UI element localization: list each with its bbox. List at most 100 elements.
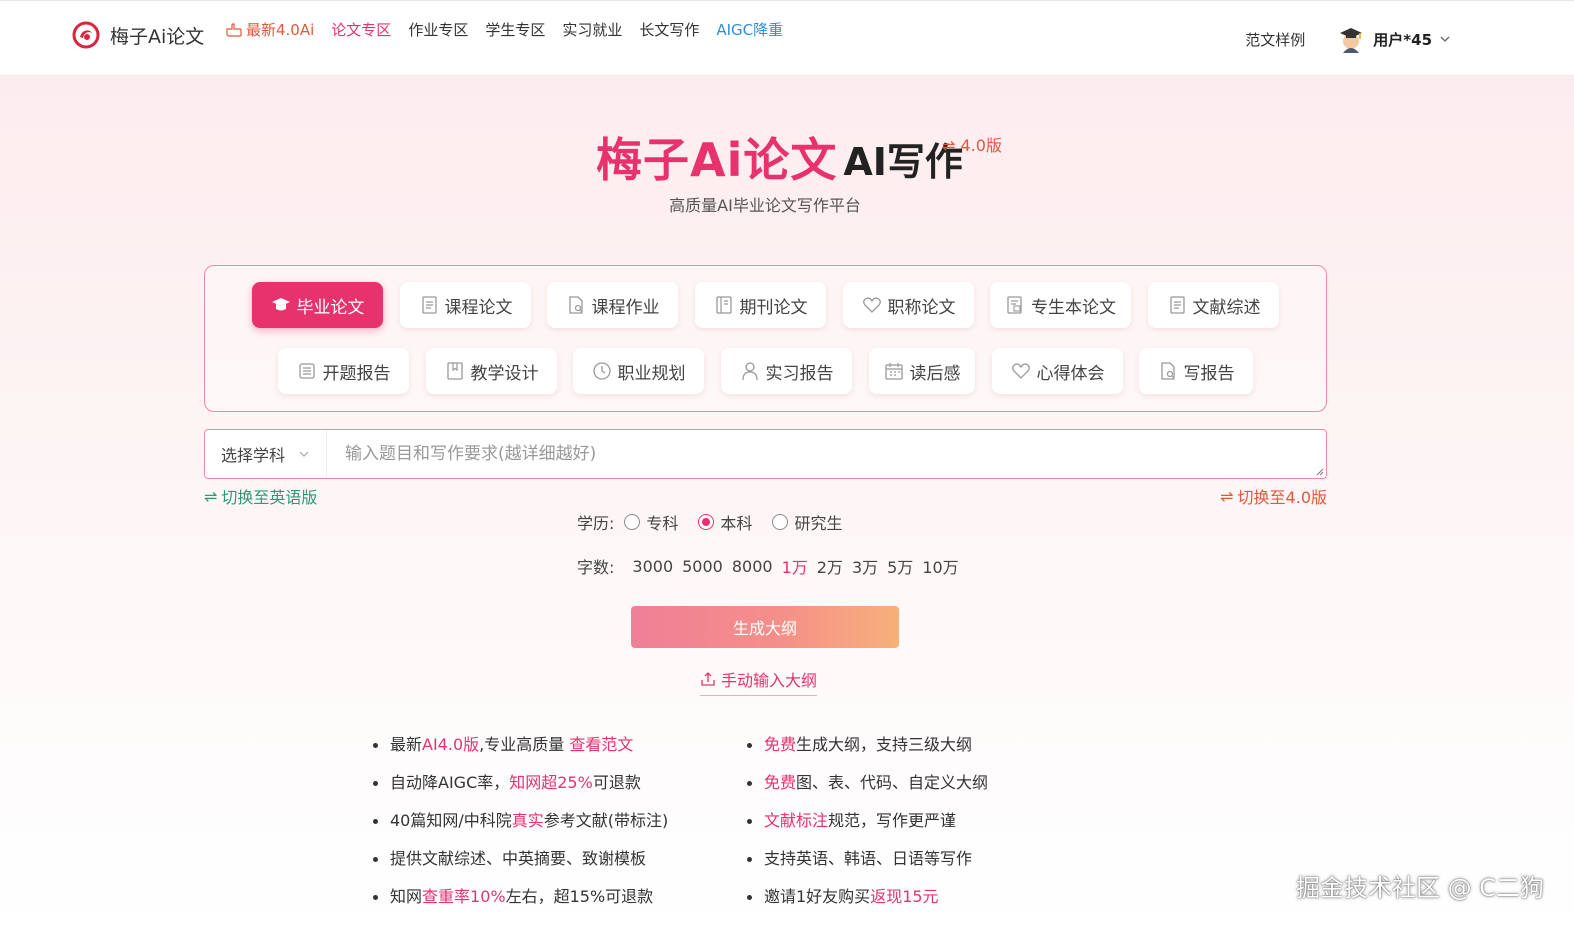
feature-item: 最新AI4.0版,专业高质量 查看范文 (372, 733, 668, 771)
edu-option-graduate[interactable]: 研究生 (772, 510, 842, 534)
feature-text: 图、表、代码、自定义大纲 (796, 773, 989, 792)
radio-circle[interactable] (624, 514, 641, 530)
nav-internship-jobs[interactable]: 实习就业 (562, 19, 622, 40)
feature-text: 左右，超15%可退款 (505, 887, 654, 906)
nav-aigc-reduce[interactable]: AIGC降重 (716, 19, 783, 40)
feature-item: 自动降AIGC率，知网超25%可退款 (372, 771, 668, 809)
resize-grip-icon[interactable] (1314, 466, 1324, 476)
category-literature-review[interactable]: 文献综述 (1148, 282, 1279, 328)
topic-input[interactable] (327, 430, 1326, 478)
category-reading-reflection[interactable]: 读后感 (869, 348, 975, 394)
radio-circle-checked[interactable] (698, 514, 715, 530)
swap-arrows-icon: ⇌ (204, 486, 218, 506)
chevron-down-icon (299, 451, 309, 457)
feature-text: 邀请1好友购买 (764, 887, 871, 906)
category-course-homework[interactable]: 课程作业 (547, 282, 678, 328)
feature-text: 提供文献综述、中英摘要、致谢模板 (390, 849, 647, 868)
user-name: 用户*45 (1373, 30, 1432, 49)
feature-text: ,专业高质量 (479, 735, 570, 754)
nav-homework-zone[interactable]: 作业专区 (408, 19, 468, 40)
switch-to-english-link[interactable]: ⇌ 切换至英语版 (204, 484, 317, 508)
category-career-planning[interactable]: 职业规划 (573, 348, 704, 394)
word-option[interactable]: 5000 (682, 557, 723, 576)
category-professional-title-paper[interactable]: 职称论文 (843, 282, 974, 328)
feature-highlight: 返现15元 (870, 887, 939, 906)
word-option[interactable]: 3万 (852, 554, 878, 578)
feature-text: 最新 (390, 735, 423, 754)
category-associate-to-bachelor-paper[interactable]: 专生本论文 (990, 282, 1131, 328)
topic-input-row: 选择学科 (204, 429, 1327, 479)
pointing-hand-icon (226, 22, 242, 37)
category-journal-paper[interactable]: 期刊论文 (695, 282, 826, 328)
category-internship-report[interactable]: 实习报告 (721, 348, 852, 394)
heart-icon (1011, 363, 1030, 379)
edu-option-bachelor[interactable]: 本科 (698, 510, 752, 534)
feature-text: 支持英语、韩语、日语等写作 (764, 849, 973, 868)
feature-text: 40篇知网/中科院 (390, 811, 512, 830)
word-option[interactable]: 5万 (887, 554, 913, 578)
word-option[interactable]: 2万 (817, 554, 843, 578)
generate-outline-button[interactable]: 生成大纲 (631, 606, 899, 648)
feature-text: 自动降AIGC率， (390, 773, 510, 792)
person-icon (741, 362, 758, 381)
education-level-row: 学历: 专科 本科 研究生 (577, 510, 862, 534)
feature-highlight: 免费 (764, 735, 797, 754)
word-option[interactable]: 8000 (732, 557, 773, 576)
category-graduation-thesis[interactable]: 毕业论文 (252, 282, 383, 328)
document-icon (421, 296, 437, 314)
feature-item: 免费生成大纲，支持三级大纲 (746, 733, 988, 771)
version-tag[interactable]: ⇌ 4.0版 (942, 132, 1002, 156)
feature-text: 知网 (390, 887, 423, 906)
feature-item: 邀请1好友购买返现15元 (746, 885, 988, 923)
brand-logo[interactable]: 梅子Ai论文 (72, 21, 204, 49)
nav-latest-4-0[interactable]: 最新4.0Ai (226, 19, 314, 40)
feature-item: 知网查重率10%左右，超15%可退款 (372, 885, 668, 923)
category-teaching-design[interactable]: 教学设计 (426, 348, 557, 394)
feature-highlight: 真实 (511, 811, 544, 830)
category-write-report[interactable]: 写报告 (1139, 348, 1253, 394)
category-proposal-report[interactable]: 开题报告 (278, 348, 409, 394)
nav-long-writing[interactable]: 长文写作 (639, 19, 699, 40)
user-menu[interactable]: 用户*45 (1337, 25, 1450, 53)
feature-text: 生成大纲，支持三级大纲 (796, 735, 973, 754)
switch-to-v4-link[interactable]: ⇌ 切换至4.0版 (1220, 484, 1327, 508)
feature-highlight: 知网超25% (509, 773, 593, 792)
upload-icon (701, 672, 715, 686)
examples-link[interactable]: 范文样例 (1245, 29, 1305, 50)
category-panel: 毕业论文 课程论文 课程作业 期刊论文 职称论文 专生本论文 文献综述 开题报告… (204, 265, 1327, 412)
feature-highlight: AI4.0版 (422, 735, 480, 754)
nav-student-zone[interactable]: 学生专区 (485, 19, 545, 40)
category-course-paper[interactable]: 课程论文 (400, 282, 531, 328)
feature-item: 提供文献综述、中英摘要、致谢模板 (372, 847, 668, 885)
word-option[interactable]: 10万 (922, 554, 958, 578)
feature-highlight: 免费 (764, 773, 797, 792)
feature-text: 规范，写作更严谨 (828, 811, 957, 830)
radio-circle[interactable] (772, 514, 789, 530)
feature-list-right: 免费生成大纲，支持三级大纲 免费图、表、代码、自定义大纲 文献标注规范，写作更严谨支… (746, 733, 988, 923)
book-icon (446, 362, 463, 380)
heart-icon (862, 297, 881, 313)
nav-thesis-zone[interactable]: 论文专区 (331, 19, 391, 40)
hero-title-main: 梅子Ai论文 (596, 133, 838, 187)
graduation-cap-icon (271, 298, 290, 311)
header-right: 范文样例 用户*45 (1245, 25, 1450, 53)
swap-arrows-icon: ⇌ (1220, 486, 1234, 506)
file-search-icon (1160, 362, 1175, 380)
document-icon (1169, 296, 1185, 314)
subject-select[interactable]: 选择学科 (205, 430, 327, 478)
edu-option-associate[interactable]: 专科 (624, 510, 678, 534)
feature-text: 参考文献(带标注) (543, 811, 669, 830)
feature-text: 可退款 (592, 773, 641, 792)
word-option[interactable]: 3000 (632, 557, 673, 576)
word-count-row: 字数: 3000 5000 8000 1万 2万 3万 5万 10万 (577, 554, 968, 578)
report-icon (298, 363, 315, 379)
word-option-selected[interactable]: 1万 (782, 554, 808, 578)
feature-highlight[interactable]: 查看范文 (569, 735, 633, 754)
top-navigation-bar: 梅子Ai论文 最新4.0Ai 论文专区 作业专区 学生专区 实习就业 长文写作 … (0, 0, 1574, 76)
feature-item: 文献标注规范，写作更严谨 (746, 809, 988, 847)
manual-outline-link[interactable]: 手动输入大纲 (700, 667, 818, 696)
word-count-label: 字数: (577, 558, 615, 577)
feature-highlight: 文献标注 (764, 811, 829, 830)
main-nav: 最新4.0Ai 论文专区 作业专区 学生专区 实习就业 长文写作 AIGC降重 (226, 19, 783, 40)
category-experience-essay[interactable]: 心得体会 (992, 348, 1123, 394)
